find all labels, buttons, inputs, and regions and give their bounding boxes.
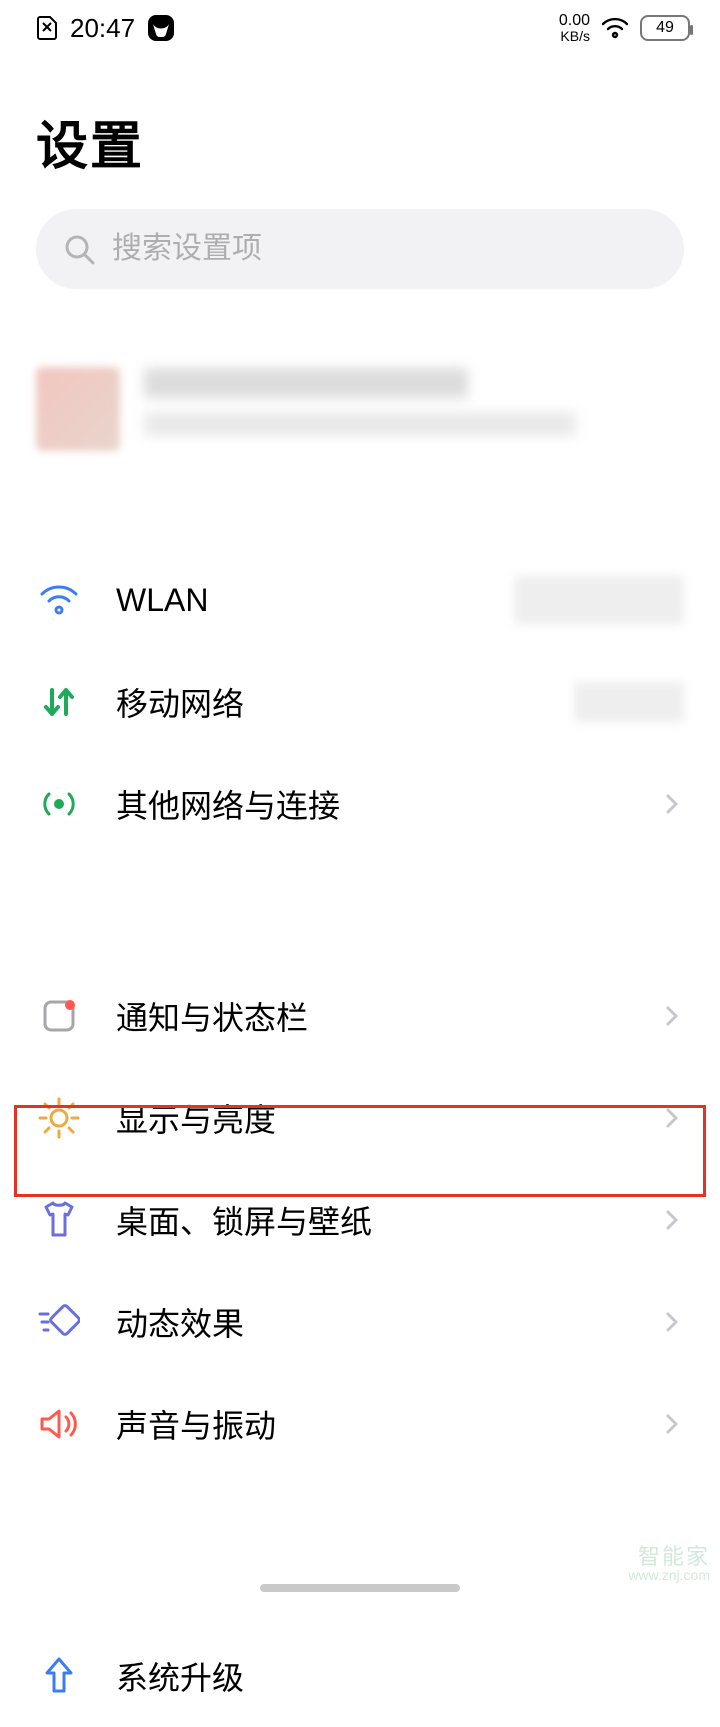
- group-system: 系统升级: [0, 1625, 720, 1727]
- row-sound[interactable]: 声音与振动: [0, 1373, 720, 1475]
- animation-icon: [36, 1299, 82, 1345]
- hotspot-icon: [36, 781, 82, 827]
- wifi-icon: [36, 577, 82, 623]
- row-other-network[interactable]: 其他网络与连接: [0, 753, 720, 855]
- row-label: 其他网络与连接: [116, 781, 626, 827]
- chevron-right-icon: [660, 1208, 684, 1232]
- row-label: 动态效果: [116, 1299, 626, 1345]
- brightness-icon: [36, 1095, 82, 1141]
- watermark: 智能家 www.znj.com: [628, 1546, 710, 1582]
- row-system-upgrade[interactable]: 系统升级: [0, 1625, 720, 1727]
- row-wallpaper[interactable]: 桌面、锁屏与壁纸: [0, 1169, 720, 1271]
- chevron-right-icon: [660, 792, 684, 816]
- group-network: WLAN 移动网络 其他网络与连接: [0, 549, 720, 855]
- search-input[interactable]: [112, 232, 658, 266]
- app-badge-icon: [147, 14, 175, 42]
- status-bar: 20:47 0.00 KB/s 49: [0, 0, 720, 56]
- row-label: WLAN: [116, 582, 480, 619]
- row-wlan[interactable]: WLAN: [0, 549, 720, 651]
- row-label: 通知与状态栏: [116, 993, 626, 1039]
- chevron-right-icon: [660, 1106, 684, 1130]
- row-label: 声音与振动: [116, 1401, 626, 1447]
- row-label: 显示与亮度: [116, 1095, 626, 1141]
- row-notification[interactable]: 通知与状态栏: [0, 965, 720, 1067]
- mobile-data-icon: [36, 679, 82, 725]
- search-bar[interactable]: [36, 209, 684, 289]
- chevron-right-icon: [660, 1310, 684, 1334]
- notification-icon: [36, 993, 82, 1039]
- home-indicator: [260, 1584, 460, 1592]
- account-name-redacted: [144, 368, 468, 398]
- group-display: 通知与状态栏 显示与亮度 桌面、锁屏与壁纸 动态效果 声音与振动: [0, 965, 720, 1475]
- avatar: [36, 367, 120, 451]
- mobile-value-redacted: [574, 682, 684, 722]
- wifi-icon: [600, 17, 630, 39]
- chevron-right-icon: [660, 1412, 684, 1436]
- net-speed: 0.00 KB/s: [559, 13, 590, 43]
- search-icon: [62, 232, 96, 266]
- row-label: 桌面、锁屏与壁纸: [116, 1197, 626, 1243]
- sound-icon: [36, 1401, 82, 1447]
- account-sub-redacted: [144, 412, 576, 436]
- row-mobile-network[interactable]: 移动网络: [0, 651, 720, 753]
- upgrade-icon: [36, 1653, 82, 1699]
- battery-indicator: 49: [640, 15, 690, 41]
- tshirt-icon: [36, 1197, 82, 1243]
- status-time: 20:47: [70, 13, 135, 44]
- sim-alert-icon: [36, 15, 58, 41]
- page-title: 设置: [0, 56, 720, 209]
- wlan-value-redacted: [514, 576, 684, 624]
- row-label: 系统升级: [116, 1653, 684, 1699]
- chevron-right-icon: [660, 1004, 684, 1028]
- row-label: 移动网络: [116, 679, 540, 725]
- account-row[interactable]: [0, 349, 720, 469]
- row-brightness[interactable]: 显示与亮度: [0, 1067, 720, 1169]
- row-animation[interactable]: 动态效果: [0, 1271, 720, 1373]
